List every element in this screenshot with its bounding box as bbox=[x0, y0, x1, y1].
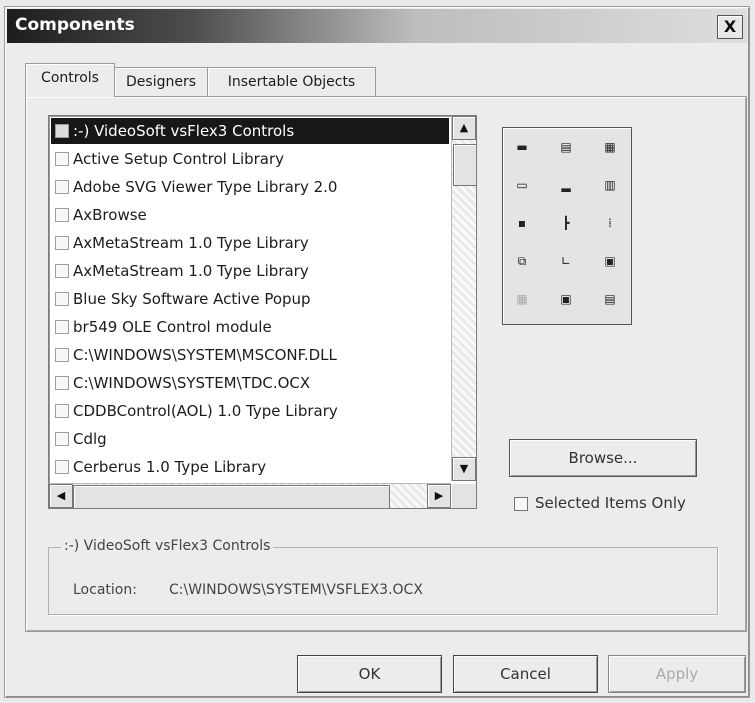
list-item[interactable]: Cdlg bbox=[51, 426, 449, 452]
list-item-label: Adobe SVG Viewer Type Library 2.0 bbox=[73, 178, 338, 196]
vertical-scroll-thumb[interactable] bbox=[453, 144, 476, 186]
arrow-left-icon[interactable]: ◀ bbox=[49, 484, 73, 508]
list-item-checkbox[interactable] bbox=[55, 292, 69, 306]
list-item[interactable]: Blue Sky Software Active Popup bbox=[51, 286, 449, 312]
list-item[interactable]: C:\WINDOWS\SYSTEM\MSCONF.DLL bbox=[51, 342, 449, 368]
textbox-icon: ▭ bbox=[516, 178, 528, 192]
list-item[interactable]: br549 OLE Control module bbox=[51, 314, 449, 340]
component-details-group: :-) VideoSoft vsFlex3 Controls Location:… bbox=[48, 538, 718, 615]
vertical-scrollbar[interactable]: ▲ ▼ bbox=[451, 116, 476, 481]
list-item[interactable]: Adobe SVG Viewer Type Library 2.0 bbox=[51, 174, 449, 200]
list-item-checkbox[interactable] bbox=[55, 348, 69, 362]
title-bar[interactable]: Components X bbox=[7, 9, 747, 43]
tab-controls[interactable]: Controls bbox=[25, 63, 115, 97]
list-item-checkbox[interactable] bbox=[55, 404, 69, 418]
list-item-label: Active Setup Control Library bbox=[73, 150, 285, 168]
list-item-checkbox[interactable] bbox=[55, 208, 69, 222]
frame-icon: ▤ bbox=[560, 140, 572, 154]
components-list[interactable]: :-) VideoSoft vsFlex3 Controls Active Se… bbox=[48, 115, 477, 509]
list-item-checkbox[interactable] bbox=[55, 320, 69, 334]
scrollbar-corner bbox=[452, 484, 476, 508]
ok-button[interactable]: OK bbox=[297, 655, 442, 693]
image-icon: ▣ bbox=[560, 292, 572, 306]
list-item-checkbox[interactable] bbox=[55, 376, 69, 390]
controls-tab-panel: :-) VideoSoft vsFlex3 Controls Active Se… bbox=[25, 96, 747, 632]
location-label: Location: bbox=[73, 582, 137, 598]
list-item-checkbox[interactable] bbox=[55, 124, 69, 138]
selected-items-only-box[interactable] bbox=[514, 497, 528, 511]
tabstrip-icon: ⧉ bbox=[517, 254, 527, 268]
listview-icon: ⁞ bbox=[608, 216, 612, 230]
datetime-icon: ▤ bbox=[604, 292, 616, 306]
grid-disabled-icon: ▦ bbox=[516, 292, 528, 306]
tab-insertable-objects[interactable]: Insertable Objects bbox=[207, 67, 376, 96]
list-item-label: AxMetaStream 1.0 Type Library bbox=[73, 262, 309, 280]
cancel-button[interactable]: Cancel bbox=[453, 655, 598, 693]
arrow-down-icon[interactable]: ▼ bbox=[452, 457, 476, 481]
arrow-up-icon[interactable]: ▲ bbox=[452, 116, 476, 140]
dialog-title: Components bbox=[15, 15, 135, 35]
location-value: C:\WINDOWS\SYSTEM\VSFLEX3.OCX bbox=[169, 582, 423, 598]
list-item[interactable]: :-) VideoSoft vsFlex3 Controls bbox=[51, 118, 449, 144]
arrow-right-icon[interactable]: ▶ bbox=[427, 484, 451, 508]
list-item[interactable]: Cerberus 1.0 Type Library bbox=[51, 454, 449, 480]
list-item[interactable]: AxBrowse bbox=[51, 202, 449, 228]
list-item[interactable]: Active Setup Control Library bbox=[51, 146, 449, 172]
list-item-label: Cerberus 1.0 Type Library bbox=[73, 458, 267, 476]
grid-icon: ▥ bbox=[604, 178, 616, 192]
list-item[interactable]: CDDBControl(AOL) 1.0 Type Library bbox=[51, 398, 449, 424]
graph-icon: ∟ bbox=[560, 254, 572, 268]
list-item-label: br549 OLE Control module bbox=[73, 318, 272, 336]
treeview-icon: ┣ bbox=[562, 216, 570, 230]
list-item-checkbox[interactable] bbox=[55, 264, 69, 278]
toolbar-icon: ▣ bbox=[604, 254, 616, 268]
chart-icon: ▂ bbox=[561, 178, 571, 192]
list-item[interactable]: AxMetaStream 1.0 Type Library bbox=[51, 258, 449, 284]
horizontal-scroll-thumb[interactable] bbox=[73, 485, 390, 508]
tab-designers[interactable]: Designers bbox=[114, 67, 208, 96]
list-item-label: :-) VideoSoft vsFlex3 Controls bbox=[73, 122, 295, 140]
list-item-label: C:\WINDOWS\SYSTEM\TDC.OCX bbox=[73, 374, 311, 392]
list-item[interactable]: C:\WINDOWS\SYSTEM\TDC.OCX bbox=[51, 370, 449, 396]
ole-icon: ▦ bbox=[604, 140, 616, 154]
list-item[interactable]: AxMetaStream 1.0 Type Library bbox=[51, 230, 449, 256]
components-dialog: Components X Controls Designers Insertab… bbox=[4, 6, 750, 698]
picture-icon: ▬ bbox=[516, 140, 528, 154]
list-item-label: Cdlg bbox=[73, 430, 107, 448]
apply-button[interactable]: Apply bbox=[608, 655, 746, 693]
toolbox-palette-preview: ▬ ▤ ▦ ▭ ▂ ▥ ▪ ┣ ⁞ ⧉ ∟ ▣ ▦ ▣ ▤ bbox=[502, 127, 632, 325]
component-details-title: :-) VideoSoft vsFlex3 Controls bbox=[61, 538, 274, 554]
list-item-label: C:\WINDOWS\SYSTEM\MSCONF.DLL bbox=[73, 346, 337, 364]
list-item-checkbox[interactable] bbox=[55, 180, 69, 194]
scrollbar-icon: ▪ bbox=[517, 216, 527, 230]
list-item-label: AxMetaStream 1.0 Type Library bbox=[73, 234, 309, 252]
list-item-checkbox[interactable] bbox=[55, 152, 69, 166]
list-item-label: Blue Sky Software Active Popup bbox=[73, 290, 311, 308]
selected-items-only-label: Selected Items Only bbox=[535, 494, 686, 512]
list-item-checkbox[interactable] bbox=[55, 432, 69, 446]
list-item-checkbox[interactable] bbox=[55, 460, 69, 474]
horizontal-scrollbar[interactable]: ◀ ▶ bbox=[49, 483, 451, 508]
list-item-label: CDDBControl(AOL) 1.0 Type Library bbox=[73, 402, 338, 420]
close-button[interactable]: X bbox=[717, 15, 743, 39]
list-item-label: AxBrowse bbox=[73, 206, 147, 224]
list-item-checkbox[interactable] bbox=[55, 236, 69, 250]
browse-button[interactable]: Browse... bbox=[509, 439, 697, 477]
